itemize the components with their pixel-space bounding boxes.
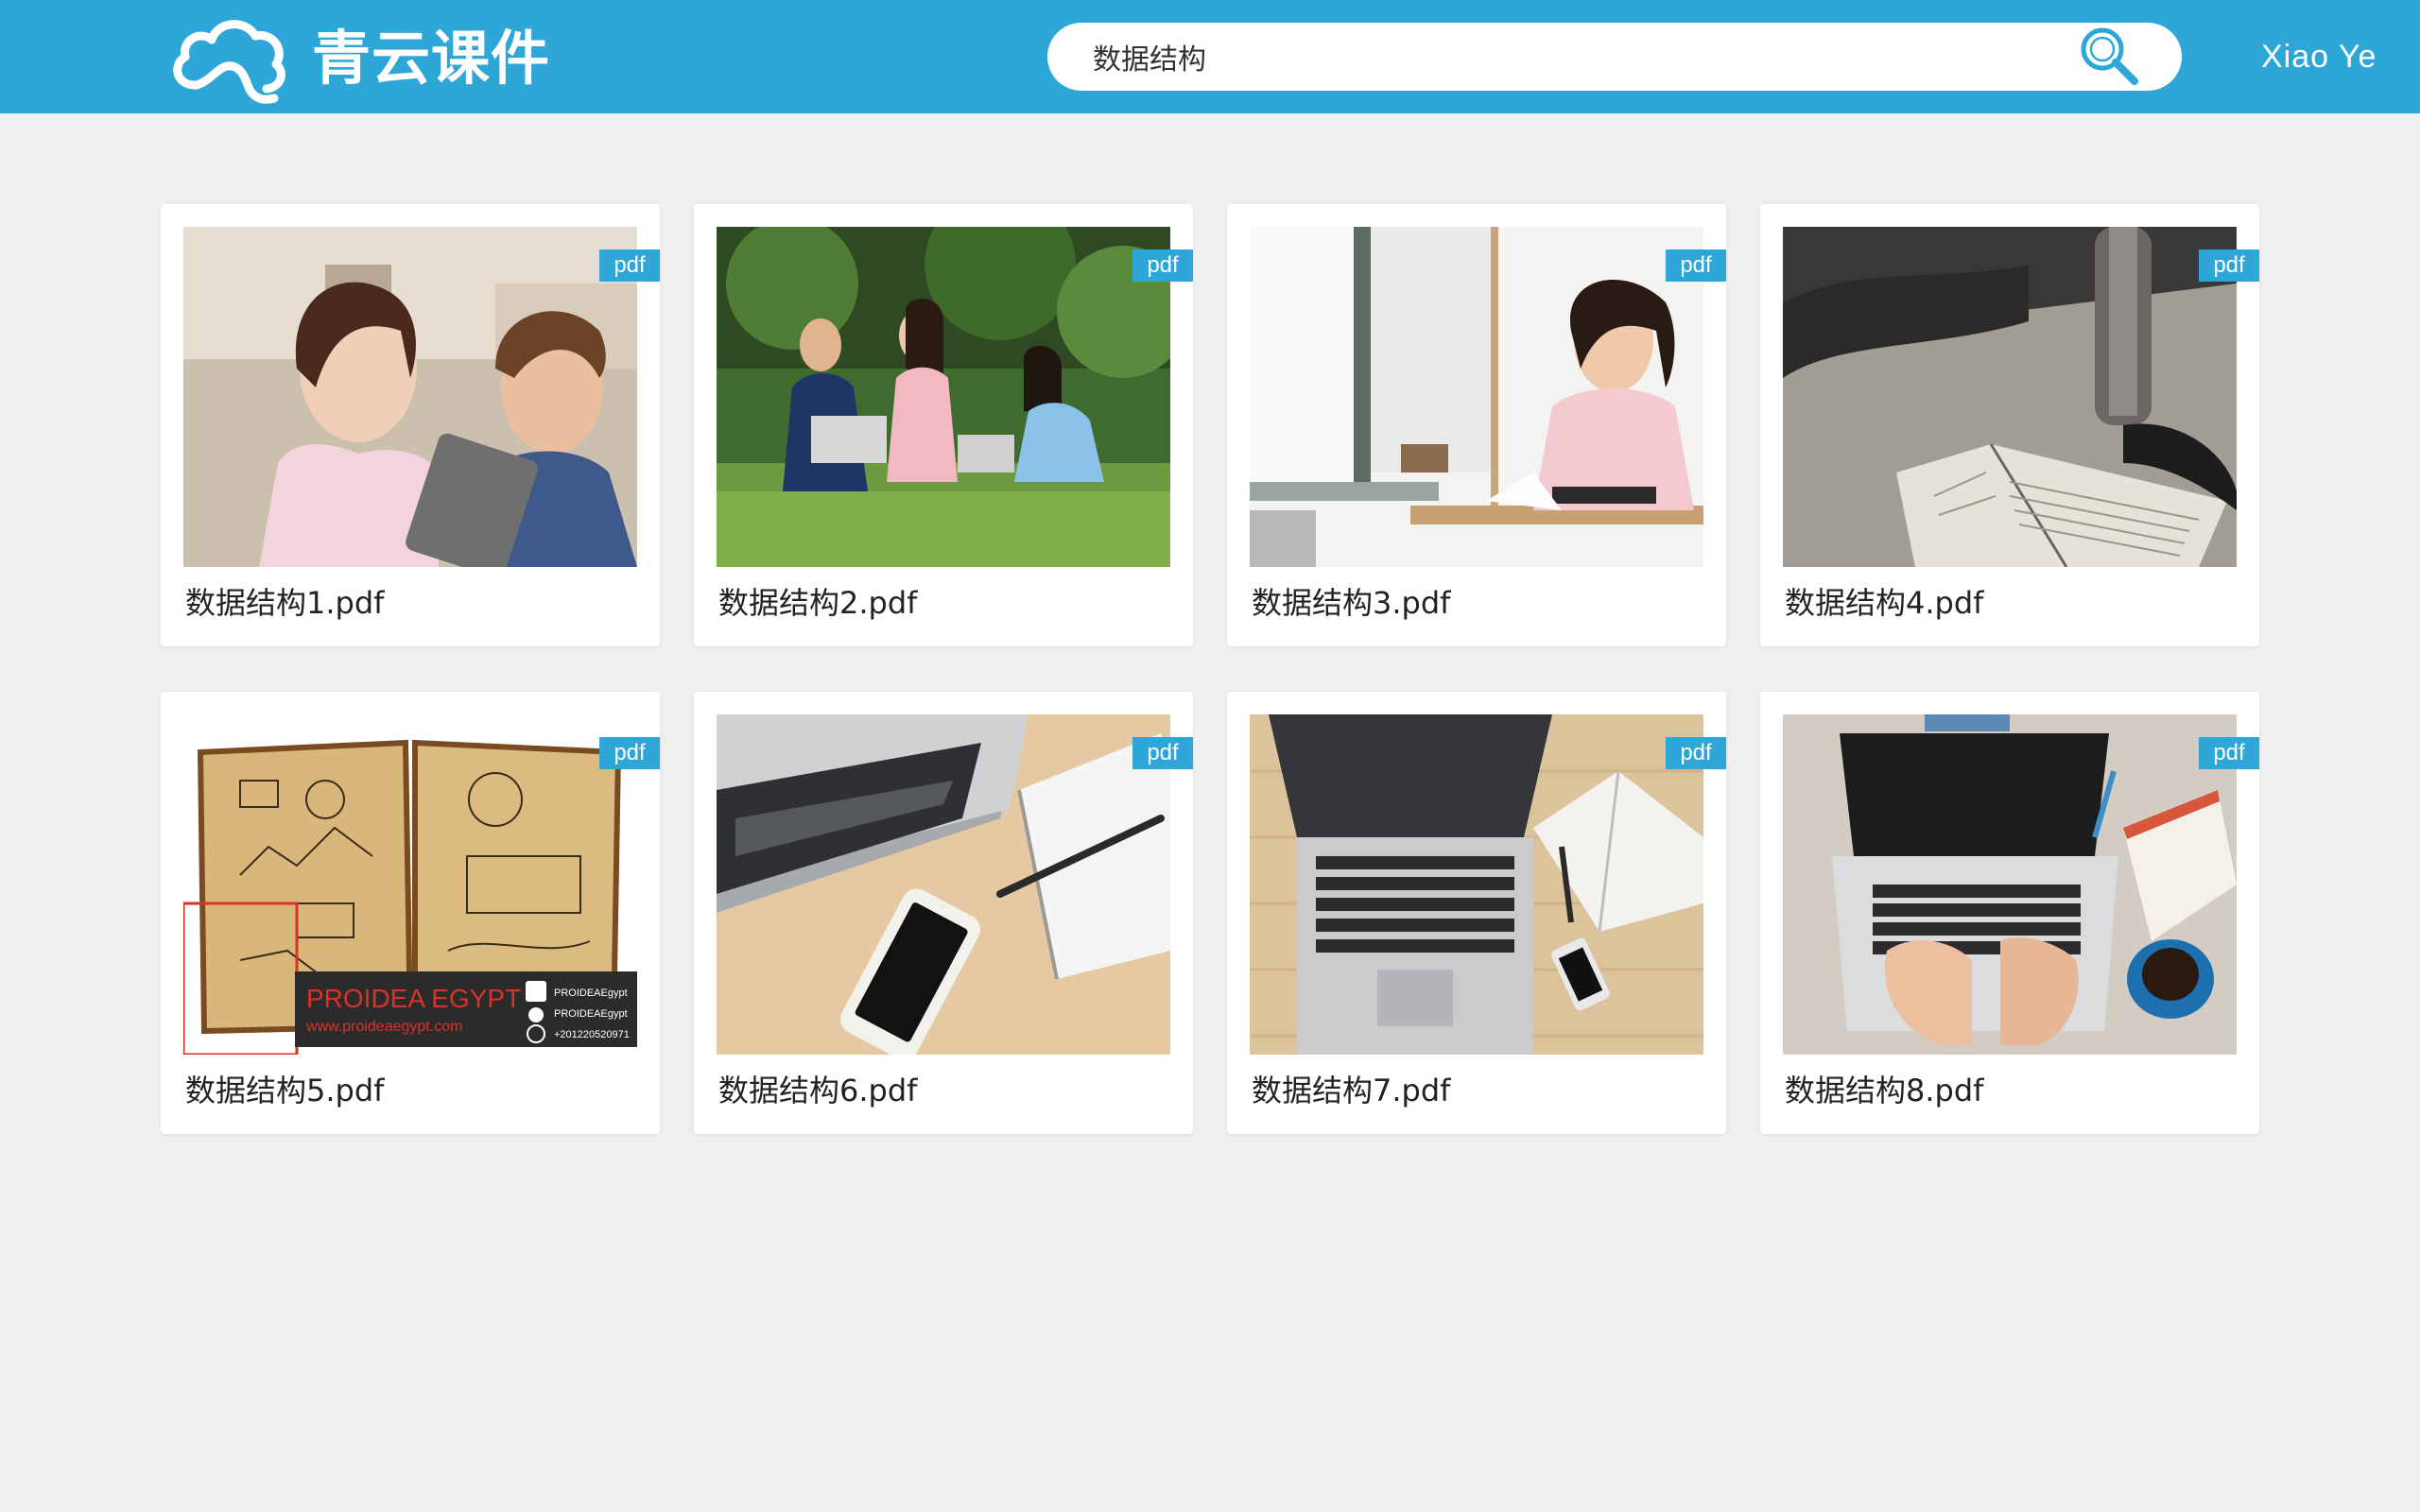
file-card[interactable]: pdf 数据结构6.pdf — [694, 692, 1193, 1134]
brand-watermark: PROIDEA EGYPT — [306, 984, 521, 1013]
file-type-badge: pdf — [1132, 249, 1193, 282]
laptop-wooden-desk-image — [1250, 714, 1703, 1055]
logo[interactable]: 青云课件 — [168, 11, 550, 106]
file-title[interactable]: 数据结构5.pdf — [185, 1068, 384, 1113]
file-title[interactable]: 数据结构3.pdf — [1252, 580, 1450, 626]
open-book-image — [1783, 227, 2237, 567]
svg-text:+201220520971: +201220520971 — [554, 1029, 630, 1040]
file-card[interactable]: pdf 数据结构3.pdf — [1227, 204, 1726, 646]
file-card[interactable]: PROIDEA EGYPT www.proideaegypt.com PROID… — [161, 692, 660, 1134]
search-button[interactable] — [2078, 26, 2140, 89]
file-type-badge: pdf — [599, 737, 660, 769]
file-title[interactable]: 数据结构6.pdf — [718, 1068, 917, 1113]
file-card[interactable]: pdf 数据结构2.pdf — [694, 204, 1193, 646]
students-on-lawn-image — [717, 227, 1170, 567]
file-type-badge: pdf — [1132, 737, 1193, 769]
logo-text: 青云课件 — [312, 24, 551, 93]
file-title[interactable]: 数据结构7.pdf — [1252, 1068, 1450, 1113]
file-title[interactable]: 数据结构8.pdf — [1785, 1068, 1983, 1113]
woman-studying-image — [1250, 227, 1703, 567]
file-title[interactable]: 数据结构2.pdf — [718, 580, 917, 626]
students-with-tablet-image — [183, 227, 637, 567]
file-thumbnail — [1783, 714, 2237, 1055]
file-thumbnail — [1250, 714, 1703, 1055]
file-card[interactable]: pdf 数据结构1.pdf — [161, 204, 660, 646]
typing-laptop-coffee-image — [1783, 714, 2237, 1055]
file-thumbnail — [717, 714, 1170, 1055]
svg-text:PROIDEAEgypt: PROIDEAEgypt — [554, 988, 628, 999]
file-title[interactable]: 数据结构4.pdf — [1785, 580, 1983, 626]
cloud-logo-icon — [168, 11, 291, 106]
file-title[interactable]: 数据结构1.pdf — [185, 580, 384, 626]
file-card[interactable]: pdf 数据结构8.pdf — [1760, 692, 2259, 1134]
search-input[interactable] — [1093, 23, 2038, 91]
file-thumbnail — [183, 227, 637, 567]
file-thumbnail — [717, 227, 1170, 567]
file-thumbnail — [1783, 227, 2237, 567]
search-bar — [1047, 23, 2182, 91]
top-bar: 青云课件 Xiao Ye — [0, 0, 2420, 113]
brand-url: www.proideaegypt.com — [305, 1019, 462, 1035]
file-thumbnail: PROIDEA EGYPT www.proideaegypt.com PROID… — [183, 714, 637, 1055]
sketch-notebook-image: PROIDEA EGYPT www.proideaegypt.com PROID… — [183, 714, 637, 1055]
file-card[interactable]: pdf 数据结构7.pdf — [1227, 692, 1726, 1134]
file-type-badge: pdf — [599, 249, 660, 282]
file-type-badge: pdf — [1666, 249, 1726, 282]
laptop-phone-notebook-image — [717, 714, 1170, 1055]
file-type-badge: pdf — [1666, 737, 1726, 769]
svg-text:PROIDEAEgypt: PROIDEAEgypt — [554, 1008, 628, 1020]
file-type-badge: pdf — [2199, 249, 2259, 282]
search-magnifier-icon — [2078, 25, 2140, 91]
user-name[interactable]: Xiao Ye — [2261, 0, 2377, 113]
file-card[interactable]: pdf 数据结构4.pdf — [1760, 204, 2259, 646]
file-type-badge: pdf — [2199, 737, 2259, 769]
file-thumbnail — [1250, 227, 1703, 567]
